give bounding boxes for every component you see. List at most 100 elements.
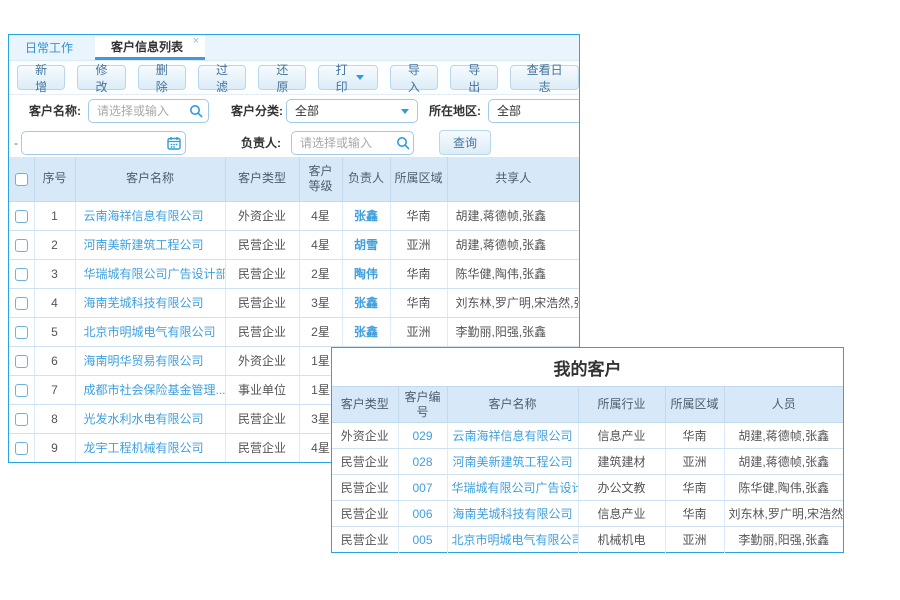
search-icon[interactable] bbox=[396, 136, 410, 150]
cell-customer-name: 华瑞城有限公司广告设计部 bbox=[447, 475, 578, 501]
date-range-separator: - bbox=[14, 131, 18, 155]
owner-link[interactable]: 胡雪 bbox=[354, 238, 378, 252]
tab-daily-work[interactable]: 日常工作 bbox=[9, 35, 89, 60]
cell-customer-level: 2星 bbox=[299, 317, 342, 346]
category-label: 客户分类: bbox=[231, 99, 283, 123]
table-header-row: 客户类型 客户编号 客户名称 所属行业 所属区域 人员 bbox=[332, 387, 843, 423]
add-button[interactable]: 新增 bbox=[17, 65, 65, 90]
customer-name-link[interactable]: 龙宇工程机械有限公司 bbox=[84, 441, 204, 455]
cell-customer-type: 民营企业 bbox=[225, 404, 299, 433]
customer-name-link[interactable]: 华瑞城有限公司广告设计部 bbox=[84, 267, 226, 281]
cell-people: 胡建,蒋德帧,张鑫 bbox=[724, 449, 843, 475]
table-row: 2河南美新建筑工程公司民营企业4星胡雪亚洲胡建,蒋德帧,张鑫 bbox=[9, 230, 579, 259]
calendar-icon[interactable] bbox=[167, 136, 181, 150]
owner-label: 负责人: bbox=[241, 131, 281, 155]
filter-button[interactable]: 过滤 bbox=[198, 65, 246, 90]
cell-people: 刘东林,罗广明,宋浩然,... bbox=[724, 501, 843, 527]
customer-name-link[interactable]: 光发水利水电有限公司 bbox=[84, 412, 204, 426]
customer-name-link[interactable]: 河南美新建筑工程公司 bbox=[452, 455, 572, 469]
row-checkbox[interactable] bbox=[15, 384, 28, 397]
cell-no: 2 bbox=[34, 230, 75, 259]
customer-name-link[interactable]: 海南明华贸易有限公司 bbox=[84, 354, 204, 368]
customer-name-link[interactable]: 成都市社会保险基金管理... bbox=[84, 383, 226, 397]
region-value: 全部 bbox=[497, 104, 521, 118]
col-shared: 共享人 bbox=[447, 157, 579, 201]
row-checkbox[interactable] bbox=[15, 239, 28, 252]
customer-code-link[interactable]: 028 bbox=[412, 455, 432, 469]
tab-customer-info-list[interactable]: 客户信息列表 × bbox=[95, 35, 205, 60]
table-row: 民营企业005北京市明城电气有限公司机械机电亚洲李勤丽,阳强,张鑫 bbox=[332, 527, 843, 553]
customer-code-link[interactable]: 029 bbox=[412, 429, 432, 443]
customer-name-link[interactable]: 北京市明城电气有限公司 bbox=[452, 533, 579, 547]
view-log-button[interactable]: 查看日志 bbox=[510, 65, 579, 90]
row-checkbox[interactable] bbox=[15, 442, 28, 455]
table-row: 4海南芜城科技有限公司民营企业3星张鑫华南刘东林,罗广明,宋浩然,张鑫 bbox=[9, 288, 579, 317]
col-region: 所属区域 bbox=[665, 387, 724, 423]
cell-no: 9 bbox=[34, 433, 75, 462]
row-checkbox[interactable] bbox=[15, 268, 28, 281]
customer-code-link[interactable]: 006 bbox=[412, 507, 432, 521]
toolbar: 新增 修改 删除 过滤 还原 打印 导入 导出 查看日志 bbox=[9, 61, 579, 95]
import-button[interactable]: 导入 bbox=[390, 65, 438, 90]
search-button[interactable]: 查询 bbox=[439, 130, 491, 155]
row-checkbox-cell bbox=[9, 375, 34, 404]
delete-button[interactable]: 删除 bbox=[138, 65, 186, 90]
owner-link[interactable]: 张鑫 bbox=[354, 209, 378, 223]
table-row: 外资企业029云南海祥信息有限公司信息产业华南胡建,蒋德帧,张鑫 bbox=[332, 423, 843, 449]
tab-label: 客户信息列表 bbox=[111, 38, 183, 55]
row-checkbox[interactable] bbox=[15, 297, 28, 310]
cell-customer-type: 民营企业 bbox=[332, 501, 398, 527]
row-checkbox[interactable] bbox=[15, 355, 28, 368]
row-checkbox-cell bbox=[9, 259, 34, 288]
table-row: 民营企业007华瑞城有限公司广告设计部办公文教华南陈华健,陶伟,张鑫 bbox=[332, 475, 843, 501]
owner-link[interactable]: 张鑫 bbox=[354, 296, 378, 310]
cell-no: 3 bbox=[34, 259, 75, 288]
table-row: 1云南海祥信息有限公司外资企业4星张鑫华南胡建,蒋德帧,张鑫 bbox=[9, 201, 579, 230]
cell-customer-level: 2星 bbox=[299, 259, 342, 288]
row-checkbox-cell bbox=[9, 288, 34, 317]
cell-people: 李勤丽,阳强,张鑫 bbox=[724, 527, 843, 553]
cell-customer-code: 007 bbox=[398, 475, 447, 501]
category-select[interactable]: 全部 bbox=[286, 99, 418, 123]
region-select[interactable]: 全部 bbox=[488, 99, 580, 123]
select-all-checkbox[interactable] bbox=[15, 173, 28, 186]
customer-code-link[interactable]: 007 bbox=[412, 481, 432, 495]
cell-owner: 陶伟 bbox=[342, 259, 390, 288]
cell-region: 亚洲 bbox=[390, 317, 447, 346]
customer-name-link[interactable]: 云南海祥信息有限公司 bbox=[84, 209, 204, 223]
print-button[interactable]: 打印 bbox=[318, 65, 377, 90]
cell-customer-name: 北京市明城电气有限公司 bbox=[75, 317, 225, 346]
restore-button[interactable]: 还原 bbox=[258, 65, 306, 90]
cell-customer-code: 029 bbox=[398, 423, 447, 449]
customer-name-link[interactable]: 海南芜城科技有限公司 bbox=[452, 507, 572, 521]
cell-industry: 信息产业 bbox=[578, 501, 665, 527]
customer-name-link[interactable]: 北京市明城电气有限公司 bbox=[84, 325, 216, 339]
customer-name-link[interactable]: 海南芜城科技有限公司 bbox=[84, 296, 204, 310]
export-button[interactable]: 导出 bbox=[450, 65, 498, 90]
owner-link[interactable]: 陶伟 bbox=[354, 267, 378, 281]
close-icon[interactable]: × bbox=[193, 36, 199, 47]
cell-customer-type: 事业单位 bbox=[225, 375, 299, 404]
cell-customer-type: 民营企业 bbox=[332, 449, 398, 475]
customer-name-link[interactable]: 云南海祥信息有限公司 bbox=[452, 429, 572, 443]
row-checkbox[interactable] bbox=[15, 210, 28, 223]
customer-code-link[interactable]: 005 bbox=[412, 533, 432, 547]
search-icon[interactable] bbox=[189, 104, 203, 118]
cell-region: 亚洲 bbox=[665, 449, 724, 475]
cell-owner: 张鑫 bbox=[342, 317, 390, 346]
date-input[interactable] bbox=[21, 131, 186, 155]
row-checkbox[interactable] bbox=[15, 326, 28, 339]
customer-name-link[interactable]: 河南美新建筑工程公司 bbox=[84, 238, 204, 252]
cell-customer-name: 龙宇工程机械有限公司 bbox=[75, 433, 225, 462]
cell-customer-name: 云南海祥信息有限公司 bbox=[447, 423, 578, 449]
cell-shared: 刘东林,罗广明,宋浩然,张鑫 bbox=[447, 288, 579, 317]
table-row: 民营企业028河南美新建筑工程公司建筑建材亚洲胡建,蒋德帧,张鑫 bbox=[332, 449, 843, 475]
col-customer-code: 客户编号 bbox=[398, 387, 447, 423]
cell-customer-type: 民营企业 bbox=[225, 259, 299, 288]
cell-customer-type: 民营企业 bbox=[225, 230, 299, 259]
cell-customer-name: 海南明华贸易有限公司 bbox=[75, 346, 225, 375]
row-checkbox[interactable] bbox=[15, 413, 28, 426]
customer-name-link[interactable]: 华瑞城有限公司广告设计部 bbox=[452, 481, 579, 495]
owner-link[interactable]: 张鑫 bbox=[354, 325, 378, 339]
edit-button[interactable]: 修改 bbox=[77, 65, 125, 90]
